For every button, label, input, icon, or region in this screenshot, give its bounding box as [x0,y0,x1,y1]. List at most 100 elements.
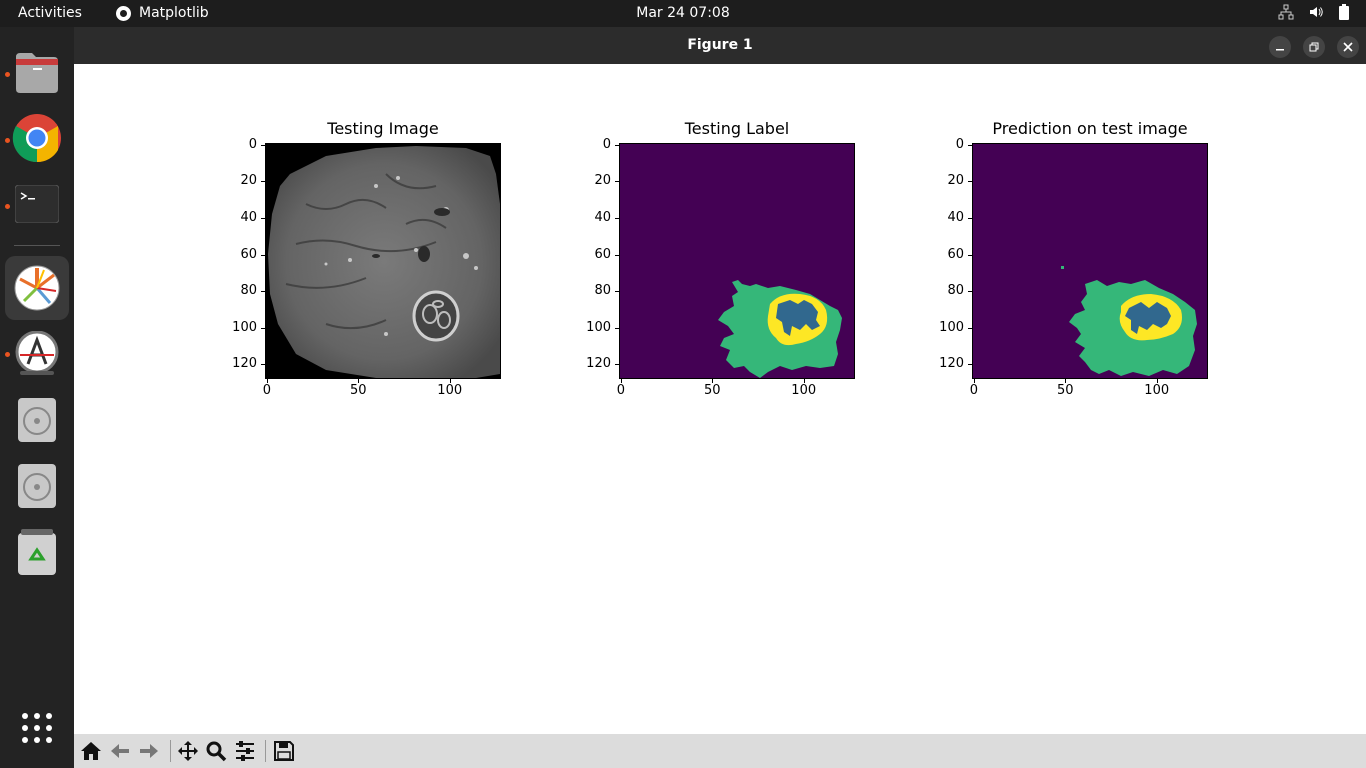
save-floppy-icon [274,741,294,761]
y-tick-mark [968,218,972,220]
y-tick-label: 100 [232,319,257,335]
toolbar-separator [170,740,171,762]
y-tick-mark [968,144,972,146]
y-tick-mark [615,327,619,329]
y-tick-label: 40 [594,210,611,226]
x-tick-label: 100 [437,383,463,398]
x-tick-label: 50 [1057,383,1074,398]
y-tick-label: 40 [240,210,257,226]
prediction-axes[interactable] [972,143,1208,379]
close-button[interactable] [1337,36,1359,58]
x-tick-label: 100 [791,383,817,398]
y-tick-label: 100 [939,319,964,335]
home-button[interactable] [78,739,104,763]
testing-label-axes[interactable] [619,143,855,379]
y-tick-label: 60 [594,246,611,262]
navigation-toolbar [74,734,1366,768]
save-button[interactable] [271,739,297,763]
toolbar-separator [265,740,266,762]
software-updater-icon[interactable] [5,322,69,386]
configure-subplots-button[interactable] [232,739,258,763]
show-apps-icon[interactable] [5,696,69,760]
testing-image-axes[interactable] [265,143,501,379]
x-tick-label: 0 [969,383,979,398]
figure-window: Figure 1 Testing Image Testing Label Pre… [74,27,1366,768]
disc-drive-icon[interactable] [5,388,69,452]
window-titlebar[interactable]: Figure 1 [74,27,1366,64]
minimize-icon [1276,49,1284,51]
back-arrow-icon [111,744,129,758]
y-tick-mark [968,327,972,329]
figure-canvas[interactable]: Testing Image Testing Label Prediction o… [74,64,1366,734]
chrome-app-icon[interactable] [5,106,69,170]
zoom-magnifier-icon [206,741,227,762]
y-tick-mark [968,291,972,293]
x-tick-label: 0 [262,383,272,398]
y-tick-label: 60 [947,246,964,262]
x-tick-label: 50 [704,383,721,398]
y-tick-mark [261,327,265,329]
y-tick-mark [615,364,619,366]
y-tick-mark [968,364,972,366]
y-tick-label: 60 [240,246,257,262]
top-bar: Activities Matplotlib Mar 24 07:08 [0,0,1366,27]
y-tick-label: 120 [939,356,964,372]
x-tick-label: 100 [1144,383,1170,398]
activities-button[interactable]: Activities [18,5,82,21]
minimize-button[interactable] [1269,36,1291,58]
close-icon [1343,42,1353,52]
y-tick-mark [615,254,619,256]
disc-drive-icon[interactable] [5,454,69,518]
volume-icon [1310,7,1323,17]
subplot-title: Testing Label [684,119,790,138]
y-tick-mark [615,144,619,146]
y-tick-mark [261,218,265,220]
app-menu[interactable]: Matplotlib [116,5,209,21]
y-tick-label: 20 [240,173,257,189]
battery-icon [1339,4,1349,20]
x-tick-label: 50 [350,383,367,398]
trash-icon[interactable] [5,520,69,584]
window-title: Figure 1 [687,37,753,53]
y-tick-mark [261,181,265,183]
system-tray[interactable] [1278,4,1350,20]
files-app-icon[interactable] [5,40,69,104]
y-tick-mark [261,144,265,146]
label-mask [718,280,842,378]
forward-arrow-icon [140,744,158,758]
home-icon [81,742,101,760]
subplot-title: Testing Image [327,119,439,138]
y-tick-label: 120 [232,356,257,372]
y-tick-mark [615,181,619,183]
y-tick-mark [615,218,619,220]
y-tick-label: 100 [586,319,611,335]
dock-separator [14,245,60,246]
dock [0,27,74,768]
matplotlib-logo-icon [116,5,131,21]
maximize-button[interactable] [1303,36,1325,58]
forward-button[interactable] [136,739,162,763]
y-tick-label: 20 [594,173,611,189]
restore-icon [1309,42,1319,52]
y-tick-mark [261,364,265,366]
x-tick-label: 0 [616,383,626,398]
y-tick-label: 0 [955,136,964,152]
pan-move-icon [178,741,198,761]
zoom-button[interactable] [203,739,229,763]
terminal-app-icon[interactable] [5,172,69,236]
y-tick-mark [968,254,972,256]
y-tick-label: 80 [947,283,964,299]
y-tick-label: 0 [248,136,257,152]
mri-image [268,146,500,378]
y-tick-mark [615,291,619,293]
sliders-icon [236,741,254,761]
y-tick-label: 0 [602,136,611,152]
y-tick-label: 80 [594,283,611,299]
pan-button[interactable] [175,739,201,763]
y-tick-label: 20 [947,173,964,189]
network-icon [1278,4,1294,20]
y-tick-label: 80 [240,283,257,299]
matplotlib-app-icon[interactable] [5,256,69,320]
app-name: Matplotlib [139,5,209,21]
back-button[interactable] [107,739,133,763]
